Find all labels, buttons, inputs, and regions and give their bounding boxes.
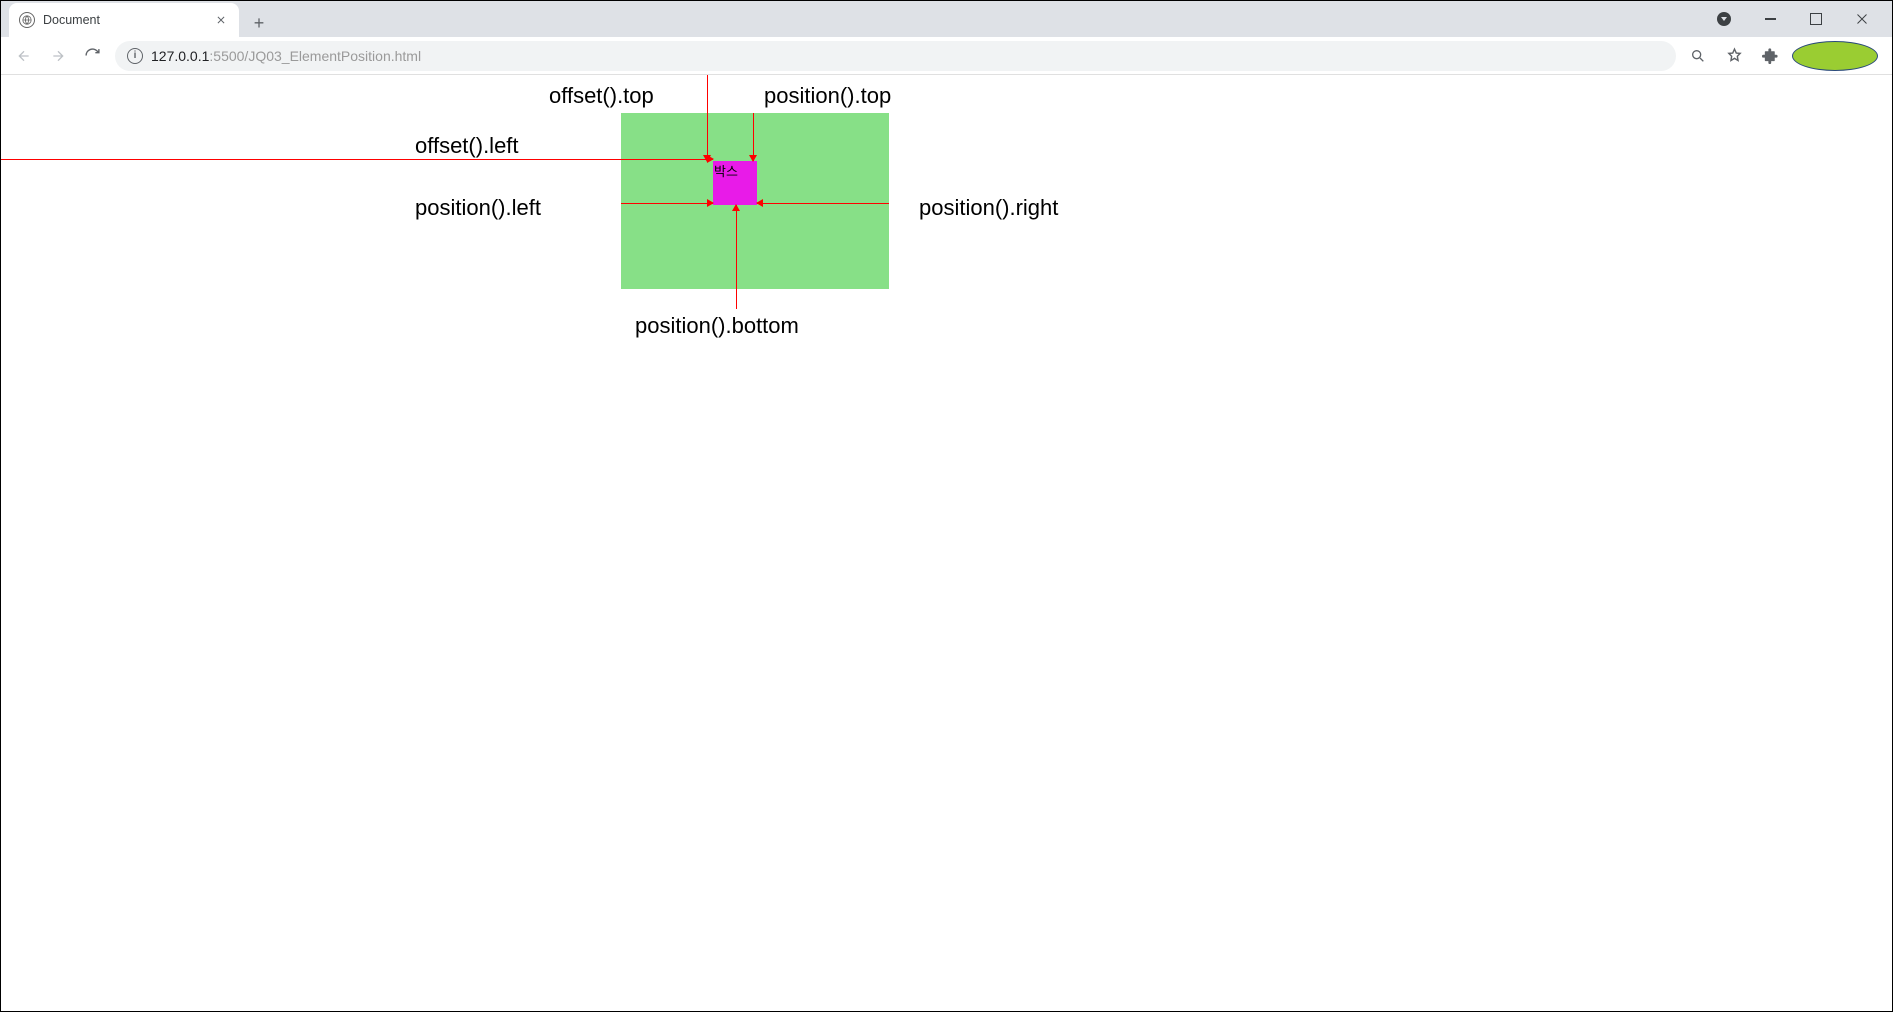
bookmark-star-icon[interactable] — [1720, 42, 1748, 70]
parent-box: 박스 — [621, 113, 889, 289]
address-bar[interactable]: i 127.0.0.1:5500/JQ03_ElementPosition.ht… — [115, 41, 1676, 71]
child-box: 박스 — [713, 161, 757, 205]
new-tab-button[interactable]: + — [245, 9, 273, 37]
browser-window: Document + i — [1, 1, 1892, 1011]
account-dropdown-icon[interactable] — [1710, 5, 1738, 33]
label-position-left: position().left — [415, 195, 541, 221]
browser-tab[interactable]: Document — [9, 3, 239, 37]
tab-title: Document — [43, 13, 213, 27]
window-controls — [1710, 1, 1888, 37]
close-tab-icon[interactable] — [213, 12, 229, 28]
arrow-offset-left — [1, 159, 713, 160]
back-button[interactable] — [9, 41, 39, 71]
diagram-stage: 박스 offset().top position().top offset().… — [1, 75, 1892, 1011]
arrow-position-left — [621, 203, 713, 204]
forward-button[interactable] — [43, 41, 73, 71]
extensions-icon[interactable] — [1756, 42, 1784, 70]
zoom-icon[interactable] — [1684, 42, 1712, 70]
page-viewport: 박스 offset().top position().top offset().… — [1, 75, 1892, 1011]
maximize-button[interactable] — [1802, 5, 1830, 33]
site-info-icon[interactable]: i — [127, 48, 143, 64]
tab-strip: Document + — [1, 1, 1892, 37]
label-offset-top: offset().top — [549, 83, 654, 109]
profile-avatar[interactable] — [1792, 41, 1878, 71]
url-text: 127.0.0.1:5500/JQ03_ElementPosition.html — [151, 48, 421, 64]
arrow-position-bottom — [736, 205, 737, 309]
label-offset-left: offset().left — [415, 133, 519, 159]
child-box-label: 박스 — [714, 164, 738, 179]
globe-icon — [19, 12, 35, 28]
toolbar: i 127.0.0.1:5500/JQ03_ElementPosition.ht… — [1, 37, 1892, 75]
arrow-offset-top — [707, 75, 708, 161]
arrow-position-right — [757, 203, 889, 204]
reload-button[interactable] — [77, 41, 107, 71]
label-position-top: position().top — [764, 83, 891, 109]
window-close-button[interactable] — [1848, 5, 1876, 33]
toolbar-right — [1684, 41, 1884, 71]
label-position-bottom: position().bottom — [635, 313, 799, 339]
arrow-position-top — [753, 113, 754, 161]
label-position-right: position().right — [919, 195, 1058, 221]
minimize-button[interactable] — [1756, 5, 1784, 33]
